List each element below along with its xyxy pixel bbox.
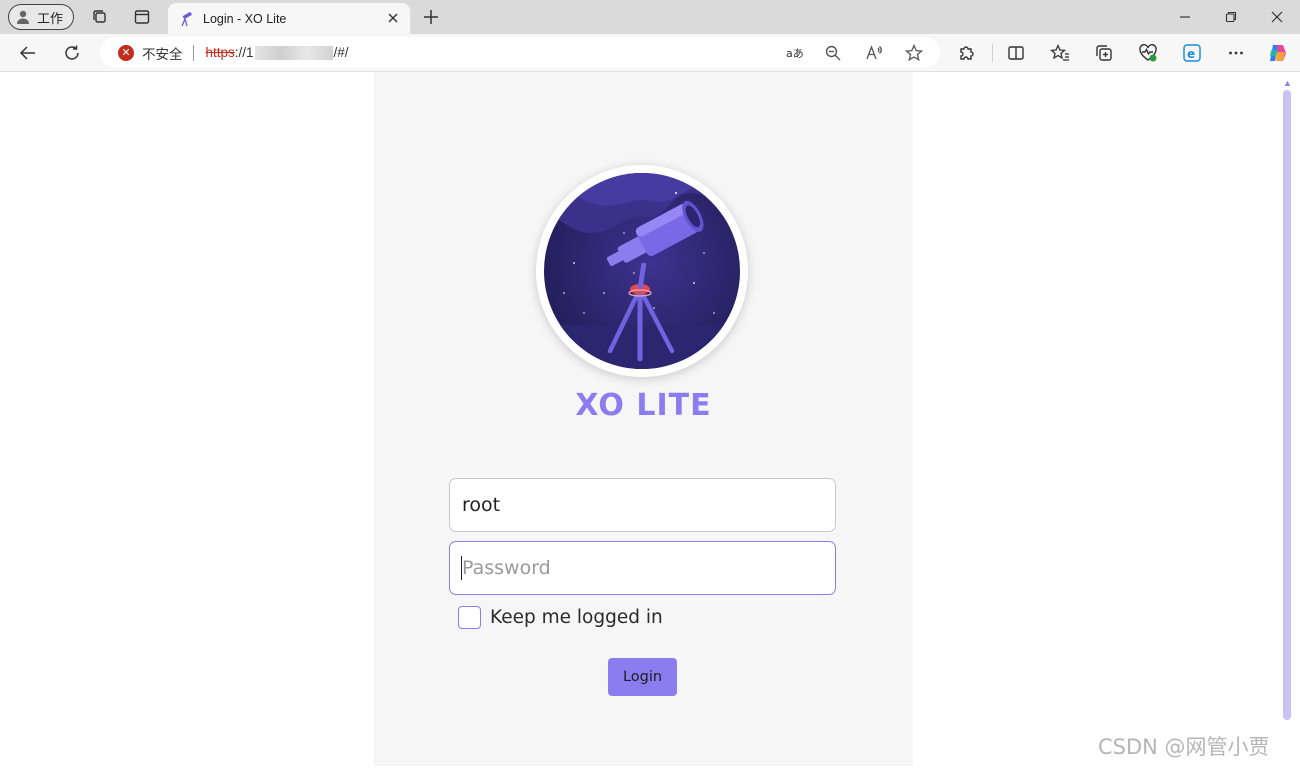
more-button[interactable]: [1225, 42, 1247, 64]
address-bar[interactable]: ✕ 不安全 https ://1 /#/ aあ: [100, 37, 940, 68]
puzzle-icon: [960, 46, 974, 60]
keep-logged-in-label[interactable]: Keep me logged in: [490, 607, 663, 628]
translate-icon[interactable]: aあ: [784, 43, 804, 63]
telescope-favicon-icon: [181, 11, 192, 26]
telescope-logo-icon: [544, 173, 740, 369]
keep-logged-in-option[interactable]: Keep me logged in: [458, 606, 663, 629]
copilot-button[interactable]: [1267, 42, 1289, 64]
favorites-button[interactable]: [1049, 42, 1071, 64]
favorites-icon: [1050, 44, 1069, 61]
username-input[interactable]: [449, 478, 836, 532]
security-label[interactable]: 不安全: [142, 43, 183, 63]
login-button[interactable]: Login: [608, 658, 677, 696]
edge-icon: e: [1183, 44, 1201, 62]
keep-logged-in-checkbox[interactable]: [458, 606, 481, 629]
avatar-icon: [17, 10, 29, 24]
password-input[interactable]: [449, 541, 836, 595]
workspaces-button[interactable]: [90, 7, 110, 27]
back-button[interactable]: [17, 42, 39, 64]
browser-toolbar: ✕ 不安全 https ://1 /#/ aあ e: [0, 34, 1300, 72]
close-icon[interactable]: [386, 11, 400, 25]
url-redacted: [254, 45, 333, 60]
watermark: CSDN @网管小贾: [1098, 735, 1270, 759]
performance-button[interactable]: [1137, 42, 1159, 64]
edge-button[interactable]: e: [1181, 42, 1203, 64]
zoom-out-icon[interactable]: [823, 43, 843, 63]
copilot-icon: [1270, 45, 1286, 61]
workspaces-icon: [93, 10, 106, 23]
xo-lite-logo: [536, 165, 748, 377]
tab-actions-icon: [134, 10, 150, 24]
svg-text:aあ: aあ: [786, 47, 803, 60]
refresh-icon: [65, 45, 79, 60]
toolbar-separator: [992, 44, 993, 62]
heart-pulse-icon: [1139, 44, 1157, 62]
restore-icon: [1225, 11, 1237, 23]
tab-actions-button[interactable]: [132, 7, 152, 27]
read-aloud-icon[interactable]: [864, 43, 884, 63]
refresh-button[interactable]: [61, 42, 83, 64]
split-screen-button[interactable]: [1005, 42, 1027, 64]
plus-icon[interactable]: [421, 7, 441, 27]
scroll-up-arrow-icon[interactable]: ▲: [1283, 78, 1292, 88]
collections-icon: [1096, 45, 1112, 61]
url-scheme: https: [205, 45, 235, 60]
url-path: /#/: [333, 45, 349, 60]
close-window-icon: [1271, 11, 1283, 23]
text-cursor: [461, 556, 462, 580]
address-divider: [192, 44, 194, 61]
url-host: ://1: [234, 45, 254, 60]
svg-text:e: e: [1187, 47, 1195, 61]
minimize-button[interactable]: [1175, 7, 1195, 27]
minimize-icon: [1180, 16, 1190, 18]
star-icon[interactable]: [904, 43, 924, 63]
restore-button[interactable]: [1221, 7, 1241, 27]
page-scrollbar[interactable]: ▲: [1281, 76, 1295, 766]
split-screen-icon: [1008, 46, 1024, 60]
extensions-button[interactable]: [956, 42, 978, 64]
tab-strip: 工作 Login - XO Lite: [0, 0, 1300, 34]
scroll-thumb[interactable]: [1283, 90, 1291, 720]
close-window-button[interactable]: [1267, 7, 1287, 27]
not-secure-icon[interactable]: ✕: [118, 44, 134, 61]
profile-button[interactable]: 工作: [8, 4, 74, 30]
tab-title: Login - XO Lite: [203, 11, 287, 26]
more-icon: [1229, 51, 1243, 55]
page-viewport: XO LITE Keep me logged in Login: [4, 72, 1280, 766]
back-arrow-icon: [19, 46, 35, 60]
profile-label: 工作: [37, 10, 64, 26]
login-panel: XO LITE Keep me logged in Login: [374, 72, 913, 766]
brand-wordmark: XO LITE: [575, 388, 712, 423]
active-tab[interactable]: Login - XO Lite: [168, 3, 410, 34]
collections-button[interactable]: [1093, 42, 1115, 64]
